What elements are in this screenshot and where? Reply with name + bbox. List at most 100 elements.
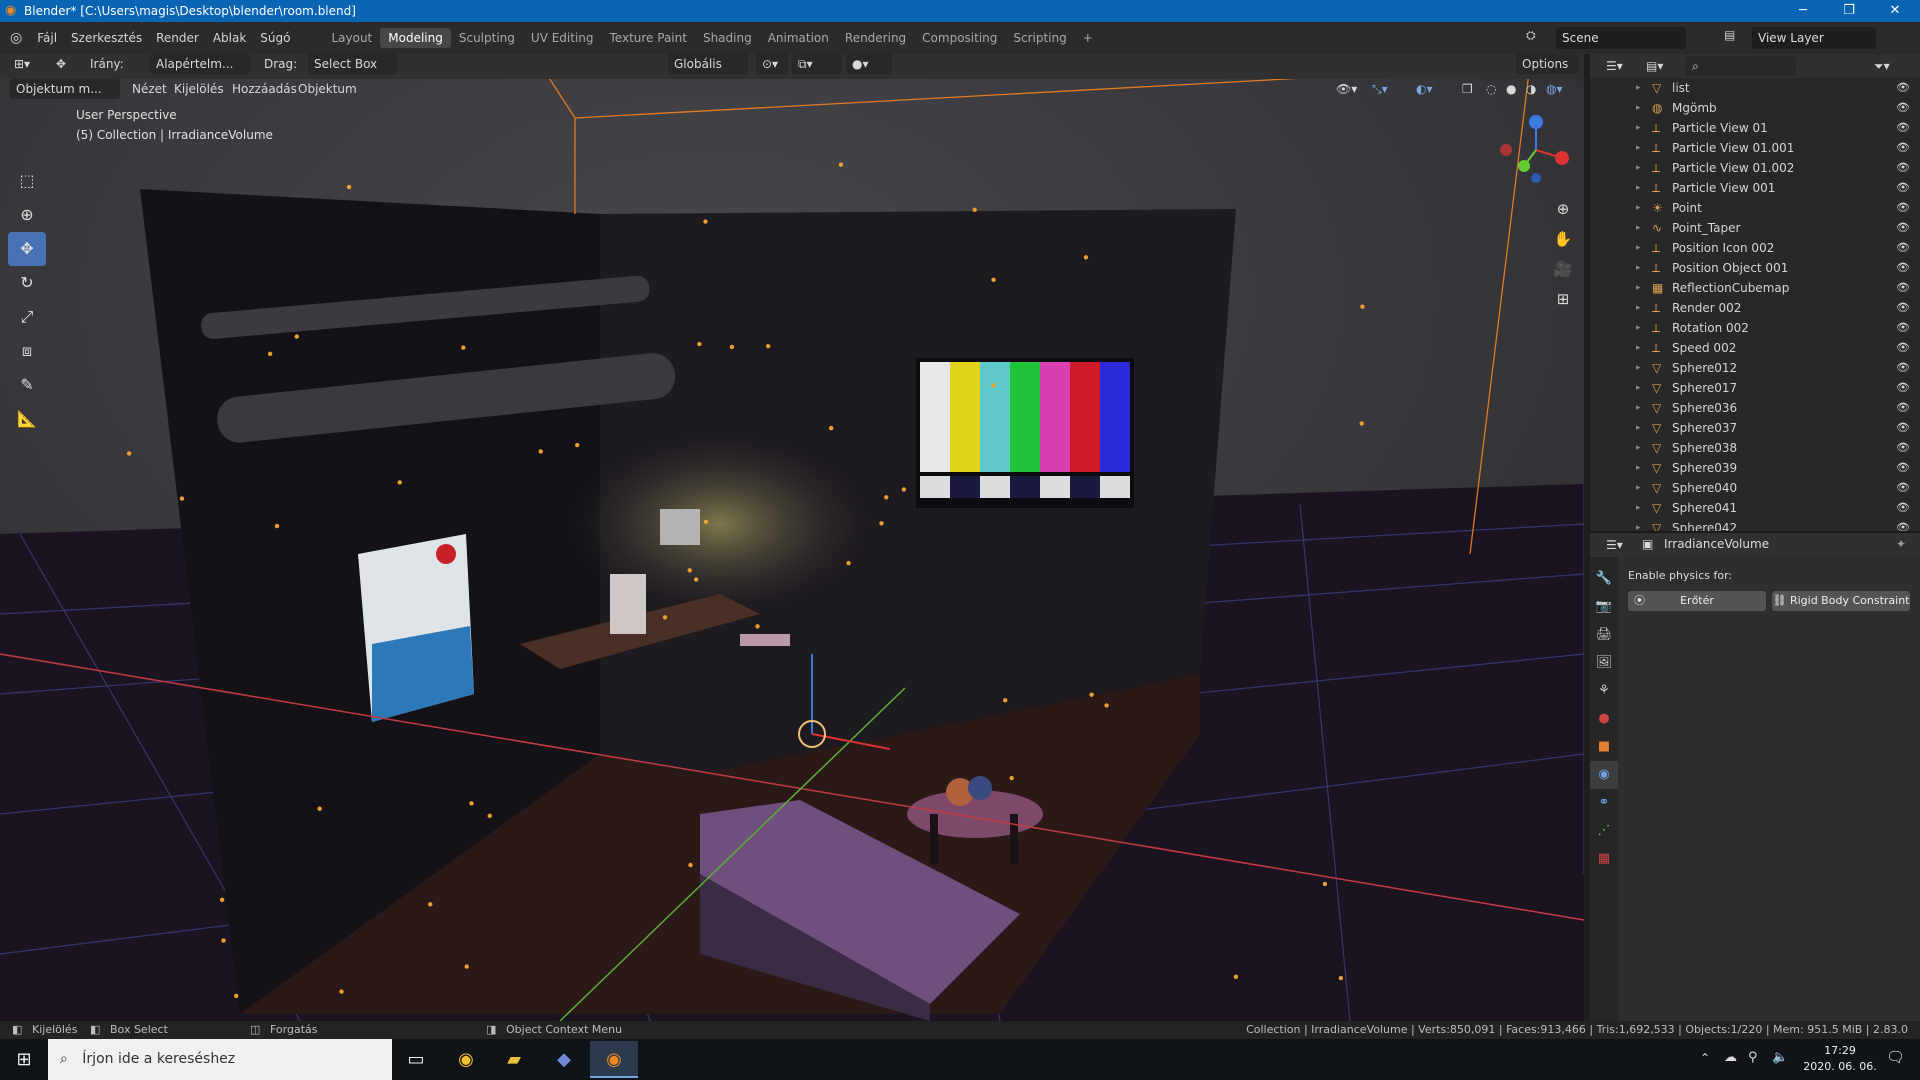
transform-tool-icon[interactable]: ⧈ <box>8 334 46 368</box>
world-tab-icon[interactable]: ● <box>1590 705 1618 733</box>
force-field-button[interactable]: ⦿ Erőtér <box>1628 591 1766 611</box>
proportional-edit-icon[interactable]: ●▾ <box>846 54 892 74</box>
expand-arrow-icon[interactable]: ▸ <box>1636 318 1641 338</box>
select-menu[interactable]: Kijelölés <box>168 79 230 99</box>
menu-edit[interactable]: Szerkesztés <box>64 31 149 45</box>
expand-arrow-icon[interactable]: ▸ <box>1636 78 1641 98</box>
annotate-icon[interactable]: ✎ <box>8 368 46 402</box>
texture-tab-icon[interactable]: ▦ <box>1590 845 1618 873</box>
scene-tab-icon[interactable]: ⚘ <box>1590 677 1618 705</box>
view-menu[interactable]: Nézet <box>126 79 173 99</box>
clock[interactable]: 17:29 2020. 06. 06. <box>1800 1043 1880 1075</box>
outliner-row[interactable]: ▸ ◍ Mgömb 👁 <box>1590 98 1920 118</box>
expand-arrow-icon[interactable]: ▸ <box>1636 258 1641 278</box>
outliner-row[interactable]: ▸ ∿ Point_Taper 👁 <box>1590 218 1920 238</box>
visibility-eye-icon[interactable]: 👁 <box>1896 138 1910 158</box>
mode-dropdown[interactable]: Objektum m... <box>10 79 120 99</box>
outliner-row[interactable]: ▸ ▽ Sphere038 👁 <box>1590 438 1920 458</box>
gizmo-toggle-icon[interactable]: ⤡▾ <box>1366 79 1394 99</box>
blender-menu-icon[interactable]: ◎ <box>10 30 22 46</box>
ortho-grid-icon[interactable]: ⊞ <box>1550 284 1576 314</box>
visibility-eye-icon[interactable]: 👁 <box>1896 98 1910 118</box>
overlays-icon[interactable]: ◐▾ <box>1410 79 1439 99</box>
expand-arrow-icon[interactable]: ▸ <box>1636 458 1641 478</box>
expand-arrow-icon[interactable]: ▸ <box>1636 278 1641 298</box>
expand-arrow-icon[interactable]: ▸ <box>1636 498 1641 518</box>
expand-arrow-icon[interactable]: ▸ <box>1636 238 1641 258</box>
render-tab-icon[interactable]: 📷 <box>1590 593 1618 621</box>
options-dropdown[interactable]: Options <box>1516 54 1578 74</box>
visibility-eye-icon[interactable]: 👁 <box>1896 478 1910 498</box>
outliner-editor-icon[interactable]: ☰▾ <box>1600 56 1629 76</box>
menu-window[interactable]: Ablak <box>206 31 253 45</box>
pin-icon[interactable]: ✦ <box>1896 537 1906 551</box>
visibility-eye-icon[interactable]: 👁 <box>1896 218 1910 238</box>
visibility-eye-icon[interactable]: 👁 <box>1896 78 1910 98</box>
network-icon[interactable]: ⚲ <box>1748 1050 1758 1065</box>
visibility-eye-icon[interactable]: 👁 <box>1896 278 1910 298</box>
expand-arrow-icon[interactable]: ▸ <box>1636 358 1641 378</box>
expand-arrow-icon[interactable]: ▸ <box>1636 178 1641 198</box>
tab-layout[interactable]: Layout <box>323 28 380 48</box>
visibility-eye-icon[interactable]: 👁 <box>1896 318 1910 338</box>
expand-arrow-icon[interactable]: ▸ <box>1636 478 1641 498</box>
file-explorer-icon[interactable]: ▰ <box>490 1041 538 1078</box>
taskbar-search-field[interactable]: ⌕ Írjon ide a kereséshez <box>48 1039 392 1080</box>
outliner-row[interactable]: ▸ ⟂ Render 002 👁 <box>1590 298 1920 318</box>
outliner-row[interactable]: ▸ ▽ Sphere017 👁 <box>1590 378 1920 398</box>
data-tab-icon[interactable]: ⋰ <box>1590 817 1618 845</box>
snap-icon[interactable]: ⧉▾ <box>792 54 842 74</box>
tray-overflow-icon[interactable]: ⌃ <box>1700 1051 1710 1065</box>
visibility-eye-icon[interactable]: 👁 <box>1896 398 1910 418</box>
expand-arrow-icon[interactable]: ▸ <box>1636 418 1641 438</box>
visibility-icon[interactable]: 👁▾ <box>1330 79 1363 99</box>
orientation-dropdown[interactable]: Alapértelm... <box>150 54 250 74</box>
chrome-icon[interactable]: ◉ <box>442 1041 490 1078</box>
discord-icon[interactable]: ◆ <box>540 1041 588 1078</box>
visibility-eye-icon[interactable]: 👁 <box>1896 178 1910 198</box>
menu-help[interactable]: Súgó <box>253 31 297 45</box>
outliner-row[interactable]: ▸ ☀ Point 👁 <box>1590 198 1920 218</box>
drag-dropdown[interactable]: Select Box <box>308 54 398 74</box>
outliner-row[interactable]: ▸ ⟂ Position Icon 002 👁 <box>1590 238 1920 258</box>
minimize-button[interactable]: ─ <box>1780 0 1826 22</box>
transform-orientation-dropdown[interactable]: Globális <box>668 54 748 74</box>
tab-scripting[interactable]: Scripting <box>1005 28 1074 48</box>
windows-start-icon[interactable]: ⊞ <box>0 1041 48 1078</box>
visibility-eye-icon[interactable]: 👁 <box>1896 378 1910 398</box>
rigid-body-constraint-button[interactable]: ⛓ Rigid Body Constraint <box>1772 591 1910 611</box>
visibility-eye-icon[interactable]: 👁 <box>1896 198 1910 218</box>
tab-sculpting[interactable]: Sculpting <box>451 28 523 48</box>
visibility-eye-icon[interactable]: 👁 <box>1896 238 1910 258</box>
pivot-icon[interactable]: ⊙▾ <box>756 54 788 74</box>
object-tab-icon[interactable]: ■ <box>1590 733 1618 761</box>
outliner-row[interactable]: ▸ ▽ list 👁 <box>1590 78 1920 98</box>
view-layer-icon[interactable]: ▤ <box>1724 28 1735 42</box>
close-button[interactable]: ✕ <box>1872 0 1918 22</box>
properties-editor-icon[interactable]: ☰▾ <box>1600 535 1629 555</box>
output-tab-icon[interactable]: 🖨 <box>1590 621 1618 649</box>
measure-icon[interactable]: 📐 <box>8 402 46 436</box>
tab-compositing[interactable]: Compositing <box>914 28 1005 48</box>
expand-arrow-icon[interactable]: ▸ <box>1636 218 1641 238</box>
outliner-row[interactable]: ▸ ⟂ Particle View 01.002 👁 <box>1590 158 1920 178</box>
constraints-tab-icon[interactable]: ⚭ <box>1590 789 1618 817</box>
menu-render[interactable]: Render <box>149 31 206 45</box>
outliner-row[interactable]: ▸ ▽ Sphere012 👁 <box>1590 358 1920 378</box>
pan-hand-icon[interactable]: ✋ <box>1550 224 1576 254</box>
visibility-eye-icon[interactable]: 👁 <box>1896 458 1910 478</box>
expand-arrow-icon[interactable]: ▸ <box>1636 158 1641 178</box>
scale-icon[interactable]: ⤢ <box>8 300 46 334</box>
editor-type-icon[interactable]: ⊞▾ <box>8 54 36 74</box>
tool-tab-icon[interactable]: 🔧 <box>1590 565 1618 593</box>
notifications-icon[interactable]: 🗨 <box>1886 1048 1905 1066</box>
outliner-row[interactable]: ▸ ▽ Sphere041 👁 <box>1590 498 1920 518</box>
tab-uv-editing[interactable]: UV Editing <box>523 28 602 48</box>
visibility-eye-icon[interactable]: 👁 <box>1896 158 1910 178</box>
expand-arrow-icon[interactable]: ▸ <box>1636 398 1641 418</box>
visibility-eye-icon[interactable]: 👁 <box>1896 258 1910 278</box>
tab-rendering[interactable]: Rendering <box>837 28 914 48</box>
select-box-icon[interactable]: ⬚ <box>8 164 46 198</box>
camera-view-icon[interactable]: 🎥 <box>1550 254 1576 284</box>
physics-tab-icon[interactable]: ◉ <box>1590 761 1618 789</box>
